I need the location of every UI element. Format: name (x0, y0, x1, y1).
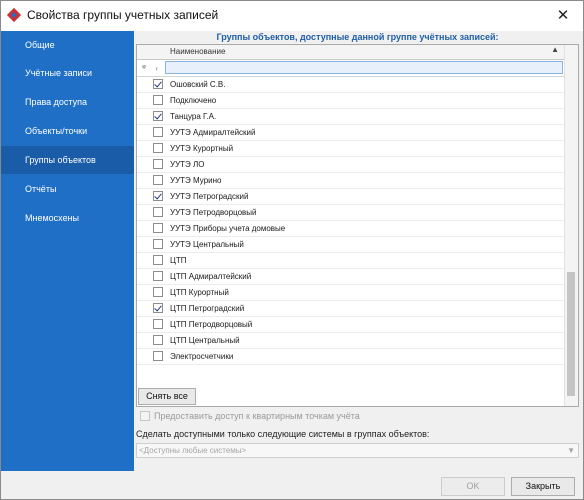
row-checkbox[interactable] (153, 79, 163, 89)
table-row[interactable]: Подключено (137, 93, 565, 109)
section-title: Группы объектов, доступные данной группе… (216, 32, 499, 42)
row-label: УУТЭ Петродворцовый (170, 208, 257, 217)
row-label: УУТЭ Мурино (170, 176, 222, 185)
window-title: Свойства группы учетных записей (27, 8, 219, 22)
sort-ascending-icon[interactable]: ▲ (551, 45, 559, 54)
vertical-scrollbar[interactable] (564, 45, 578, 406)
title-bar: Свойства группы учетных записей ✕ (1, 1, 583, 31)
row-label: УУТЭ Петроградский (170, 192, 249, 201)
row-checkbox[interactable] (153, 271, 163, 281)
row-checkbox[interactable] (153, 223, 163, 233)
apartment-access-checkbox[interactable] (140, 411, 150, 421)
table-row[interactable]: ЦТП Петродворцовый (137, 317, 565, 333)
systems-select[interactable]: <Доступны любые системы> ▼ (136, 443, 579, 458)
sidebar-item-object-groups[interactable]: Группы объектов (1, 146, 134, 174)
sidebar-item-accounts[interactable]: Учётные записи (1, 59, 134, 87)
row-label: УУТЭ ЛО (170, 160, 205, 169)
table-row[interactable]: Электросчетчики (137, 349, 565, 365)
row-label: УУТЭ Адмиралтейский (170, 128, 256, 137)
close-icon[interactable]: ✕ (553, 6, 573, 26)
row-label: Танцура Г.А. (170, 112, 217, 121)
row-checkbox[interactable] (153, 95, 163, 105)
row-checkbox[interactable] (153, 143, 163, 153)
table-row[interactable]: УУТЭ Адмиралтейский (137, 125, 565, 141)
row-label: Подключено (170, 96, 217, 105)
table-row[interactable]: Ошовский С.В. (137, 77, 565, 93)
row-label: ЦТП Петродворцовый (170, 320, 253, 329)
column-header-name[interactable]: Наименование (170, 45, 225, 59)
sidebar-item-access-rights[interactable]: Права доступа (1, 88, 134, 116)
ok-button[interactable]: OK (441, 477, 505, 496)
table-row[interactable]: УУТЭ Мурино (137, 173, 565, 189)
row-checkbox[interactable] (153, 303, 163, 313)
row-label: ЦТП Центральный (170, 336, 240, 345)
row-label: ЦТП (170, 256, 187, 265)
row-checkbox[interactable] (153, 335, 163, 345)
row-checkbox[interactable] (153, 159, 163, 169)
row-label: Ошовский С.В. (170, 80, 226, 89)
row-checkbox[interactable] (153, 175, 163, 185)
main-content: Группы объектов, доступные данной группе… (136, 31, 579, 471)
table-row[interactable]: УУТЭ Петроградский (137, 189, 565, 205)
systems-select-value: <Доступны любые системы> (139, 446, 247, 455)
close-button[interactable]: Закрыть (511, 477, 575, 496)
filter-row: ᵠ ᵣ (137, 60, 565, 77)
row-checkbox[interactable] (153, 319, 163, 329)
grid-header: Наименование ▲ (137, 45, 565, 60)
table-row[interactable]: ЦТП Центральный (137, 333, 565, 349)
chevron-down-icon: ▼ (567, 446, 575, 455)
row-checkbox[interactable] (153, 239, 163, 249)
dialog-window: Свойства группы учетных записей ✕ Общие … (0, 0, 584, 500)
dialog-footer: OK Закрыть (1, 471, 583, 499)
row-label: ЦТП Адмиралтейский (170, 272, 252, 281)
sidebar-item-objects[interactable]: Объекты/точки (1, 117, 134, 145)
table-row[interactable]: УУТЭ Курортный (137, 141, 565, 157)
filter-icon[interactable]: ᵣ (152, 60, 162, 76)
sidebar-item-mnemonics[interactable]: Мнемосхены (1, 204, 134, 232)
row-checkbox[interactable] (153, 191, 163, 201)
table-row[interactable]: ЦТП Петроградский (137, 301, 565, 317)
table-row[interactable]: УУТЭ ЛО (137, 157, 565, 173)
row-label: Электросчетчики (170, 352, 234, 361)
clear-all-button[interactable]: Снять все (138, 388, 196, 405)
table-row[interactable]: УУТЭ Петродворцовый (137, 205, 565, 221)
sidebar: Общие Учётные записи Права доступа Объек… (1, 31, 134, 471)
scrollbar-thumb[interactable] (567, 272, 575, 396)
row-checkbox[interactable] (153, 287, 163, 297)
row-label: УУТЭ Курортный (170, 144, 234, 153)
row-checkbox[interactable] (153, 351, 163, 361)
sidebar-item-general[interactable]: Общие (1, 31, 134, 59)
row-label: УУТЭ Центральный (170, 240, 244, 249)
row-label: УУТЭ Приборы учета домовые (170, 224, 286, 233)
table-row[interactable]: УУТЭ Приборы учета домовые (137, 221, 565, 237)
filter-input[interactable] (165, 61, 563, 74)
sidebar-item-reports[interactable]: Отчёты (1, 175, 134, 203)
pin-icon[interactable]: ᵠ (139, 60, 149, 76)
app-logo-icon (6, 7, 22, 23)
row-checkbox[interactable] (153, 207, 163, 217)
apartment-access-label: Предоставить доступ к квартирным точкам … (154, 411, 360, 421)
table-row[interactable]: ЦТП (137, 253, 565, 269)
table-row[interactable]: Танцура Г.А. (137, 109, 565, 125)
row-label: ЦТП Курортный (170, 288, 229, 297)
object-groups-grid: Наименование ▲ ᵠ ᵣ Ошовский С.В. Подключ… (136, 44, 579, 407)
table-row[interactable]: ЦТП Адмиралтейский (137, 269, 565, 285)
row-checkbox[interactable] (153, 111, 163, 121)
row-checkbox[interactable] (153, 255, 163, 265)
row-checkbox[interactable] (153, 127, 163, 137)
table-row[interactable]: УУТЭ Центральный (137, 237, 565, 253)
table-row[interactable]: ЦТП Курортный (137, 285, 565, 301)
row-label: ЦТП Петроградский (170, 304, 245, 313)
systems-label: Сделать доступными только следующие сист… (136, 429, 430, 439)
